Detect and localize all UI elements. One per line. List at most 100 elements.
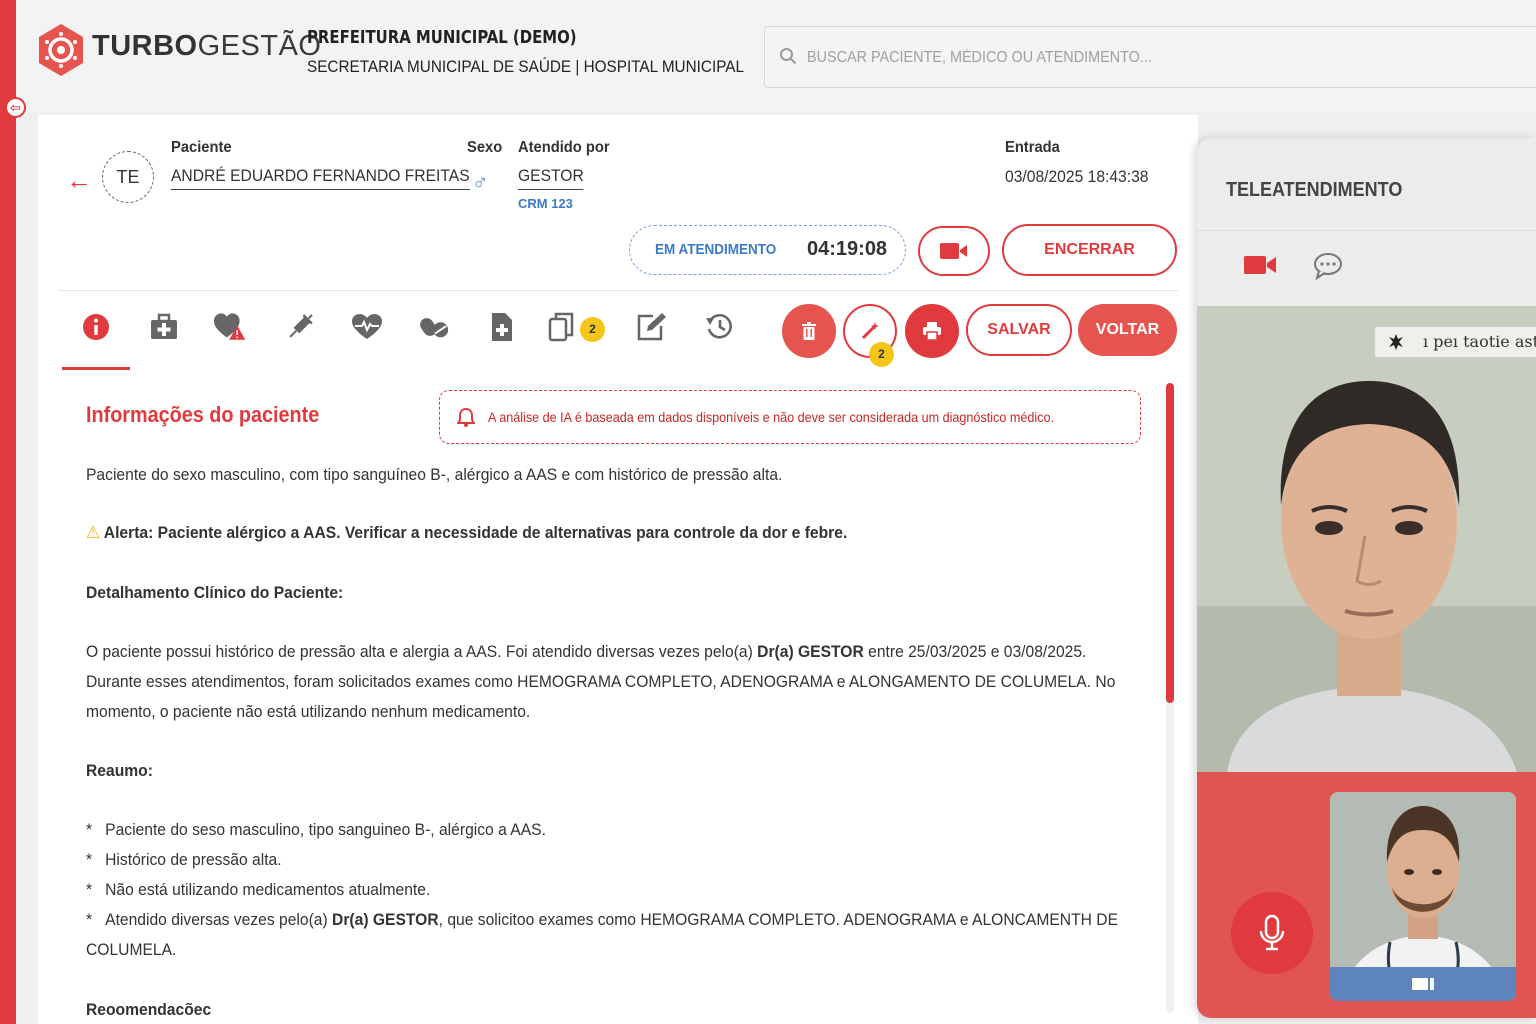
patient-info-content: Paciente do sexo masculino, com tipo san… <box>86 460 1146 1024</box>
back-button[interactable]: VOLTAR <box>1078 304 1177 356</box>
crm-number: CRM 123 <box>518 196 573 211</box>
pills-icon <box>420 318 449 338</box>
caption-text: ı peı taotie astá <box>1423 332 1536 351</box>
tab-vitals[interactable] <box>351 311 383 343</box>
detail-line-1: O paciente possui histórico de pressão a… <box>86 637 1086 667</box>
tab-new-document[interactable] <box>486 311 518 343</box>
status-label: EM ATENDIMENTO <box>655 241 777 258</box>
ai-disclaimer: A análise de IA é baseada em dados dispo… <box>439 390 1141 444</box>
patient-video-feed <box>1197 306 1536 772</box>
syringe-icon <box>289 314 313 338</box>
bullet-text: Não está utilizando medicamentos atualme… <box>105 880 431 899</box>
trash-icon <box>802 322 816 340</box>
patient-name[interactable]: ANDRÉ EDUARDO FERNANDO FREITAS <box>171 166 470 190</box>
ai-disclaimer-text: A análise de IA é baseada em dados dispo… <box>488 409 1054 425</box>
caption-icon <box>1389 334 1403 350</box>
attended-by[interactable]: GESTOR <box>518 166 584 190</box>
organization-title: PREFEITURA MUNICIPAL (DEMO) <box>307 27 577 48</box>
tab-allergies[interactable] <box>214 311 246 343</box>
search-box[interactable] <box>764 26 1536 88</box>
alert-text: ⚠ Alerta: Paciente alérgico a AAS. Verif… <box>86 518 1061 548</box>
summary-bullet: * Paciente do seso masculino, tipo sangu… <box>86 815 1061 845</box>
file-plus-icon <box>492 313 512 341</box>
self-view-bar <box>1330 967 1516 1001</box>
bullet-marker: * <box>86 910 93 929</box>
info-icon <box>83 314 109 340</box>
summary-bullet: * Não está utilizando medicamentos atual… <box>86 875 1061 905</box>
organization-subtitle: SECRETARIA MUNICIPAL DE SAÚDE | HOSPITAL… <box>307 57 744 76</box>
detail-line-1-start: O paciente possui histórico de pressão a… <box>86 642 758 661</box>
bullet-marker: * <box>86 850 93 869</box>
tab-history[interactable] <box>704 311 736 343</box>
save-button[interactable]: SALVAR <box>966 304 1072 356</box>
active-tab-indicator <box>62 367 130 370</box>
intro-text: Paciente do sexo masculino, com tipo san… <box>86 465 783 484</box>
sex-label: Sexo <box>467 139 503 156</box>
search-input[interactable] <box>807 45 1437 71</box>
entry-label: Entrada <box>1005 139 1060 156</box>
entry-datetime: 03/08/2025 18:43:38 <box>1005 167 1149 186</box>
divider <box>1197 230 1536 231</box>
print-button[interactable] <box>905 304 959 358</box>
edit-icon <box>637 313 666 341</box>
medical-kit-icon <box>151 313 177 339</box>
teleconsultation-title: TELEATENDIMENTO <box>1226 179 1403 201</box>
summary-bullet: * Atendido diversas vezes pelo(a) Dr(a) … <box>86 905 1118 935</box>
status-pill: EM ATENDIMENTO 04:19:08 <box>629 225 906 275</box>
tab-medications[interactable] <box>418 311 450 343</box>
teleconsultation-panel: TELEATENDIMENTO ı peı taotie astá <box>1197 138 1536 1018</box>
summary-bullet: * Histórico de pressão alta. <box>86 845 1061 875</box>
microphone-button[interactable] <box>1231 892 1313 974</box>
heartbeat-icon <box>352 314 382 339</box>
tab-documents[interactable] <box>546 311 578 343</box>
tab-vaccines[interactable] <box>284 311 316 343</box>
chat-icon <box>1314 253 1342 281</box>
alert-message: Alerta: Paciente alérgico a AAS. Verific… <box>103 523 848 542</box>
video-call-button[interactable] <box>918 226 990 276</box>
live-caption: ı peı taotie astá <box>1374 326 1536 358</box>
top-bar: TURBOGESTÃO PREFEITURA MUNICIPAL (DEMO) … <box>16 0 1536 112</box>
back-arrow-icon[interactable]: ← <box>66 165 92 196</box>
main-card: ← TE Paciente ANDRÉ EDUARDO FERNANDO FRE… <box>38 115 1198 1024</box>
documents-badge: 2 <box>580 317 605 342</box>
heart-alert-icon <box>214 313 246 340</box>
bell-icon <box>457 407 475 427</box>
tab-chat[interactable] <box>1313 252 1343 285</box>
print-icon <box>923 322 941 340</box>
ai-badge: 2 <box>869 342 894 367</box>
tab-edit[interactable] <box>635 311 667 343</box>
remote-video: ı peı taotie astá <box>1197 306 1536 772</box>
summary-heading: Reaumo: <box>86 761 153 780</box>
section-title: Informações do paciente <box>86 402 320 427</box>
end-session-button[interactable]: ENCERRAR <box>1002 224 1177 276</box>
bullet-marker: * <box>86 820 93 839</box>
history-icon <box>706 314 732 339</box>
tab-medical-kit[interactable] <box>148 311 180 343</box>
app-logo-text: TURBOGESTÃO <box>92 30 322 62</box>
video-camera-icon <box>1244 256 1276 274</box>
recommendations-heading: Reoomendacõec <box>86 1000 212 1019</box>
scrollbar[interactable] <box>1166 383 1174 1013</box>
detail-doctor: Dr(a) GESTOR <box>757 642 864 661</box>
summary-bullet-continuation: COLUMELA. <box>86 940 177 959</box>
male-icon: ♂ <box>472 170 489 195</box>
tab-video[interactable] <box>1243 253 1277 282</box>
attended-label: Atendido por <box>518 139 610 156</box>
delete-button[interactable] <box>782 304 836 358</box>
detail-line-2: Durante esses atendimentos, foram solici… <box>86 672 1116 691</box>
magic-wand-icon <box>861 322 879 340</box>
scrollbar-thumb[interactable] <box>1166 383 1174 703</box>
call-controls <box>1197 772 1536 1018</box>
sidebar-toggle-icon[interactable]: ⇦ <box>5 97 26 118</box>
detail-heading: Detalhamento Clínico do Paciente: <box>86 583 344 602</box>
bullet-text: Atendido diversas vezes pelo(a) <box>105 910 333 929</box>
warning-icon: ⚠ <box>86 523 104 542</box>
divider <box>58 290 1178 291</box>
detail-line-1-end: entre 25/03/2025 e 03/08/2025. <box>863 642 1087 661</box>
bullet-text: Histórico de pressão alta. <box>105 850 282 869</box>
video-camera-icon <box>940 243 967 259</box>
bullet-text: Paciente do seso masculino, tipo sanguin… <box>105 820 546 839</box>
tab-info[interactable] <box>80 311 112 343</box>
bullet-doctor: Dr(a) GESTOR <box>332 910 439 929</box>
camera-toggle-icon[interactable] <box>1411 976 1435 992</box>
